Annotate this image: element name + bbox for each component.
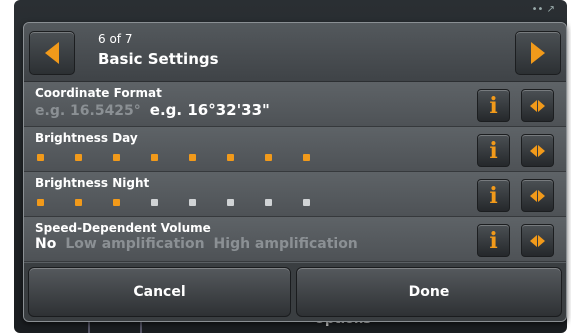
brightness-level-step (189, 154, 196, 161)
brightness-level-step (37, 154, 44, 161)
info-button[interactable]: i (477, 224, 510, 257)
option-high-amplification[interactable]: High amplification (214, 236, 358, 252)
option-no[interactable]: No (35, 236, 56, 252)
setting-title: Brightness Day (35, 131, 138, 145)
arrow-right-icon (531, 42, 545, 64)
info-button[interactable]: i (477, 179, 510, 212)
brightness-level-step (75, 154, 82, 161)
left-right-arrows-icon (530, 99, 545, 112)
done-button[interactable]: Done (296, 267, 562, 317)
setting-options: e.g. 16.5425° e.g. 16°32'33" (35, 101, 270, 119)
cancel-button[interactable]: Cancel (28, 267, 291, 317)
arrow-left-icon (45, 42, 59, 64)
status-icons: •• ↗ (531, 4, 555, 15)
brightness-level-step (113, 199, 120, 206)
brightness-level-step (75, 199, 82, 206)
toggle-option-button[interactable] (521, 89, 554, 122)
page-indicator: 6 of 7 (98, 32, 133, 46)
setting-row-brightness-night[interactable]: Brightness Night i (24, 172, 566, 217)
brightness-level-indicator (37, 154, 310, 161)
left-right-arrows-icon (530, 234, 545, 247)
setting-row-coordinate-format[interactable]: Coordinate Format e.g. 16.5425° e.g. 16°… (24, 82, 566, 127)
brightness-level-step (37, 199, 44, 206)
option-decimal-degrees[interactable]: e.g. 16.5425° (35, 103, 141, 119)
brightness-level-step (303, 154, 310, 161)
brightness-level-step (113, 154, 120, 161)
setting-row-speed-dependent-volume[interactable]: Speed-Dependent Volume No Low amplificat… (24, 217, 566, 262)
left-right-arrows-icon (530, 144, 545, 157)
brightness-level-step (151, 154, 158, 161)
brightness-level-step (265, 154, 272, 161)
option-dms[interactable]: e.g. 16°32'33" (150, 101, 270, 119)
toggle-option-button[interactable] (521, 134, 554, 167)
toggle-option-button[interactable] (521, 179, 554, 212)
info-button[interactable]: i (477, 134, 510, 167)
brightness-level-step (189, 199, 196, 206)
setting-title: Coordinate Format (35, 86, 162, 100)
dialog-header: 6 of 7 Basic Settings (24, 23, 566, 82)
info-icon: i (489, 137, 498, 164)
page-title: Basic Settings (98, 50, 219, 68)
brightness-level-step (227, 154, 234, 161)
setting-title: Brightness Night (35, 176, 150, 190)
setting-options: No Low amplification High amplification (35, 236, 358, 252)
info-icon: i (489, 182, 498, 209)
brightness-level-step (303, 199, 310, 206)
toggle-option-button[interactable] (521, 224, 554, 257)
previous-page-button[interactable] (29, 31, 75, 75)
info-button[interactable]: i (477, 89, 510, 122)
brightness-level-step (151, 199, 158, 206)
setting-title: Speed-Dependent Volume (35, 221, 211, 235)
brightness-level-indicator (37, 199, 310, 206)
left-right-arrows-icon (530, 189, 545, 202)
info-icon: i (489, 227, 498, 254)
brightness-level-step (227, 199, 234, 206)
option-low-amplification[interactable]: Low amplification (65, 236, 204, 252)
brightness-level-step (265, 199, 272, 206)
setting-row-brightness-day[interactable]: Brightness Day i (24, 127, 566, 172)
next-page-button[interactable] (515, 31, 561, 75)
settings-dialog: 6 of 7 Basic Settings Coordinate Format … (23, 22, 567, 322)
info-icon: i (489, 92, 498, 119)
dialog-footer: Cancel Done (24, 263, 566, 321)
